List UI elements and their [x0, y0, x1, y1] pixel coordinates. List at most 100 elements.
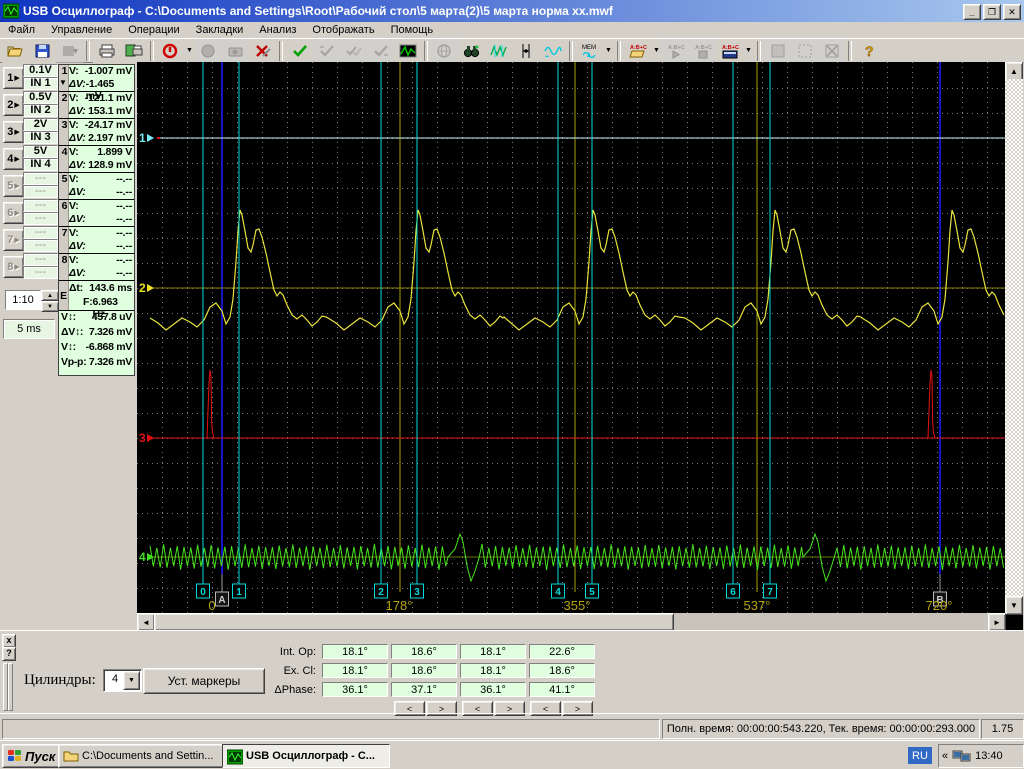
channel-4-input[interactable]: IN 4 [23, 158, 58, 171]
save-file-button[interactable] [29, 39, 56, 63]
channel-7-button[interactable]: 7▶ [3, 229, 24, 251]
scroll-right-button[interactable]: ► [988, 613, 1006, 631]
channel-3-range[interactable]: 2V [23, 118, 58, 131]
wave-markers-button[interactable] [485, 39, 512, 63]
f-value: 6.963 Hz [93, 296, 132, 309]
svg-text:MEM: MEM [582, 45, 596, 51]
task-button-0[interactable]: C:\Documents and Settin... [58, 744, 226, 768]
title-bar: USB Осциллограф - C:\Documents and Setti… [0, 0, 1024, 22]
menu-item-3[interactable]: Закладки [188, 23, 252, 37]
channel-2-range[interactable]: 0.5V [23, 91, 58, 104]
scroll-track[interactable] [1005, 79, 1023, 596]
scroll-thumb[interactable] [154, 613, 674, 631]
print-setup-button[interactable] [120, 39, 147, 63]
channel-7-range[interactable]: --- [23, 226, 58, 239]
windows-logo-icon [7, 749, 23, 763]
menu-item-5[interactable]: Отображать [304, 23, 382, 37]
menu-item-6[interactable]: Помощь [383, 23, 442, 37]
erase-button[interactable] [249, 39, 276, 63]
channel-3-marker[interactable]: 3 [139, 431, 146, 445]
scroll-down-button[interactable]: ▼ [1005, 596, 1023, 615]
memory-dropdown[interactable]: ▼ [603, 40, 614, 62]
restore-button[interactable]: ❐ [983, 4, 1001, 20]
channel-1-button[interactable]: 1▶ [3, 67, 24, 89]
help-button[interactable]: ? [855, 39, 882, 63]
vertical-cursors-button[interactable] [512, 39, 539, 63]
channel-1-marker[interactable]: 1 [139, 131, 146, 145]
v-label: V: [69, 65, 79, 78]
menu-item-2[interactable]: Операции [120, 23, 187, 37]
close-button[interactable]: ✕ [1003, 4, 1021, 20]
v-value: -24.17 mV [85, 119, 132, 132]
square-dots-icon [796, 43, 814, 59]
dv-label: ΔV: [69, 186, 86, 199]
probe-ratio-field[interactable]: 1:10 [5, 290, 41, 310]
print-button[interactable] [93, 39, 120, 63]
channel-2-marker[interactable]: 2 [139, 281, 146, 295]
stat-row-2: V↕:-6.868 mV [59, 341, 134, 356]
search-binoculars-button[interactable] [458, 39, 485, 63]
stop-acquisition-button[interactable] [157, 39, 184, 63]
channel-5-range[interactable]: --- [23, 172, 58, 185]
channel-4-button[interactable]: 4▶ [3, 148, 24, 170]
measure-v-line: 5V:--.-- [69, 173, 132, 186]
task-label: C:\Documents and Settin... [82, 750, 213, 762]
channel-5-button[interactable]: 5▶ [3, 175, 24, 197]
signal-scale-button[interactable] [539, 39, 566, 63]
channel-4-marker[interactable]: 4 [139, 550, 146, 564]
abc-panel-dropdown[interactable]: ▼ [743, 40, 754, 62]
menu-item-4[interactable]: Анализ [251, 23, 304, 37]
open-file-button[interactable] [2, 39, 29, 63]
check-gray2-icon [345, 43, 363, 59]
tray-chevron-button[interactable]: « [942, 750, 948, 762]
channel-6-button[interactable]: 6▶ [3, 202, 24, 224]
dt-label: Δt: [69, 282, 83, 295]
minimize-button[interactable]: _ [963, 4, 981, 20]
panel-close-button[interactable]: x [2, 634, 16, 648]
channel-1-input[interactable]: IN 1 [23, 77, 58, 90]
channel-2-input[interactable]: IN 2 [23, 104, 58, 117]
probe-ratio-spinner[interactable]: ▲▼ [41, 290, 57, 310]
spin-down-icon[interactable]: ▼ [41, 301, 59, 312]
panel-splitter[interactable] [8, 663, 13, 711]
channel-7-input[interactable]: --- [23, 239, 58, 252]
channel-6-input[interactable]: --- [23, 212, 58, 225]
check-green-icon [291, 43, 309, 59]
language-indicator[interactable]: RU [908, 747, 932, 764]
network-icon[interactable] [951, 748, 973, 764]
display-mode-button[interactable] [394, 39, 421, 63]
panel-help-button[interactable]: ? [2, 647, 16, 661]
globe-gray-icon [436, 43, 454, 59]
start-button[interactable]: Пуск [2, 744, 66, 768]
menu-item-1[interactable]: Управление [43, 23, 120, 37]
channel-8-input[interactable]: --- [23, 266, 58, 279]
channel-5-input[interactable]: --- [23, 185, 58, 198]
channel-8-range[interactable]: --- [23, 253, 58, 266]
dv-value: --.-- [116, 213, 132, 226]
channel-3-input[interactable]: IN 3 [23, 131, 58, 144]
floppy-icon [34, 43, 52, 59]
horizontal-scrollbar[interactable]: ◄ ► [137, 613, 1005, 630]
memory-button[interactable]: MEM [576, 39, 603, 63]
channel-8-button[interactable]: 8▶ [3, 256, 24, 278]
channel-3-button[interactable]: 3▶ [3, 121, 24, 143]
channel-6-range[interactable]: --- [23, 199, 58, 212]
task-button-1[interactable]: USB Осциллограф - C... [222, 744, 390, 768]
abc-open-dropdown[interactable]: ▼ [651, 40, 662, 62]
scroll-left-button[interactable]: ◄ [137, 613, 155, 631]
channel-2-button[interactable]: 2▶ [3, 94, 24, 116]
apply-check-button[interactable] [286, 39, 313, 63]
abc-open-button[interactable]: A:B+C [624, 39, 651, 63]
chevron-down-icon[interactable]: ▼ [123, 671, 140, 690]
v-label: V: [69, 254, 79, 267]
time-base-field[interactable]: 5 ms [3, 319, 55, 339]
stop-acquisition-dropdown[interactable]: ▼ [184, 40, 195, 62]
menu-item-0[interactable]: Файл [0, 23, 43, 37]
cylinders-select[interactable]: 4 ▼ [103, 669, 142, 692]
status-time-text: Полн. время: 00:00:00:543.220, Тек. врем… [667, 723, 975, 735]
spin-up-icon[interactable]: ▲ [41, 290, 59, 301]
channel-4-range[interactable]: 5V [23, 145, 58, 158]
abc-panel-button[interactable]: A:B+C [716, 39, 743, 63]
channel-1-range[interactable]: 0.1V [23, 64, 58, 77]
vertical-scrollbar[interactable]: ▲ ▼ [1005, 62, 1023, 613]
